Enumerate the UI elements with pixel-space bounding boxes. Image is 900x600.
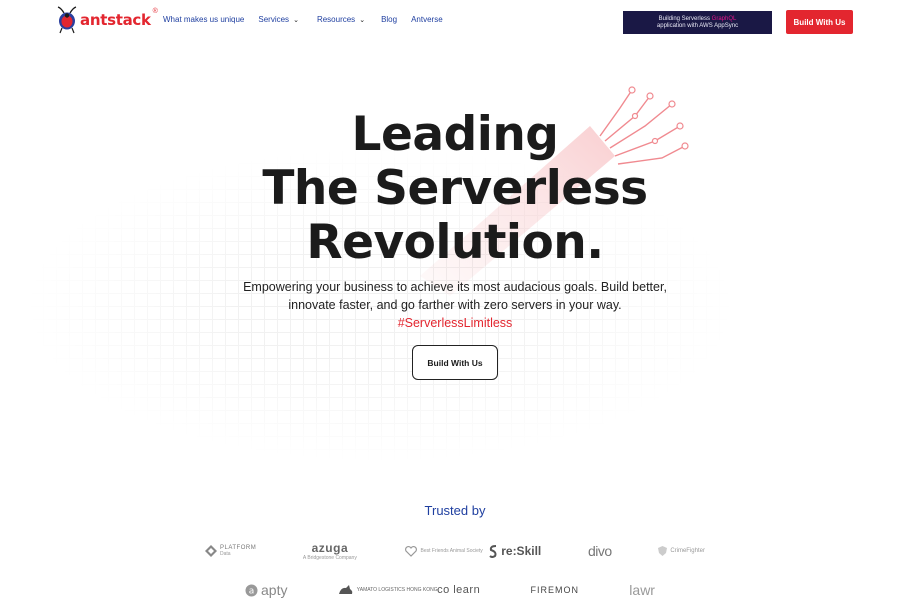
platform-logo-icon	[205, 545, 217, 557]
nav-item-what-makes-us-unique[interactable]: What makes us unique	[163, 15, 244, 24]
client-logo-colearn: co learn	[437, 584, 480, 596]
client-sub: A Bridgestone Company	[302, 555, 357, 561]
promo-line1-prefix: Building Serverless	[658, 15, 712, 22]
nav-item-antverse[interactable]: Antverse	[411, 15, 443, 24]
brand-registered-mark: ®	[152, 8, 158, 15]
cat-logo-icon	[338, 585, 353, 594]
promo-line2: application with AWS AppSync	[656, 22, 739, 29]
promo-highlight: GraphQL	[711, 15, 737, 22]
nav-item-label: Resources	[316, 15, 356, 24]
ant-logo-icon	[57, 6, 77, 34]
nav-item-label: Services	[258, 15, 290, 24]
client-logo-lawr: lawr	[629, 582, 655, 598]
svg-text:a: a	[249, 586, 255, 596]
client-name: divo	[587, 543, 612, 559]
nav-item-label: Antverse	[411, 15, 443, 24]
nav-item-label: What makes us unique	[163, 15, 245, 24]
hashtag-link[interactable]: #ServerlessLimitless	[398, 316, 513, 330]
client-name: lawr	[629, 582, 655, 598]
client-logos-row: a apty YAMATO LOGISTICS HONG KONG co lea…	[245, 582, 655, 598]
client-name: re:Skill	[501, 544, 542, 558]
client-name: FIREMON	[530, 585, 579, 595]
client-name: azuga	[311, 541, 349, 555]
nav-item-blog[interactable]: Blog	[381, 15, 397, 24]
client-name: apty	[261, 582, 288, 598]
client-logo-yamato: YAMATO LOGISTICS HONG KONG	[338, 584, 438, 596]
hero-title: Leading The Serverless Revolution.	[150, 108, 760, 270]
brand-name: antstack	[80, 11, 151, 29]
client-logo-divo: divo	[588, 543, 612, 559]
trusted-by-heading: Trusted by	[424, 503, 486, 518]
nav-item-label: Blog	[381, 15, 398, 24]
client-name: co learn	[437, 584, 481, 596]
nav-item-resources[interactable]: Resources ⌄	[317, 15, 365, 24]
main-nav: What makes us unique Services ⌄ Resource…	[163, 15, 443, 24]
nav-item-services[interactable]: Services ⌄	[258, 15, 299, 24]
reskill-logo-icon	[489, 544, 497, 558]
client-logo-crimefighter: CrimeFighter	[658, 546, 705, 556]
build-with-us-button[interactable]: Build With Us	[786, 10, 853, 34]
paw-heart-icon	[404, 546, 417, 557]
client-sub: Data	[220, 551, 231, 557]
client-logo-reskill: re:Skill	[489, 544, 541, 558]
client-logo-best-friends: Best Friends Animal Society	[404, 545, 483, 557]
hero-subtitle-text: Empowering your business to achieve its …	[243, 280, 667, 312]
client-logo-apty: a apty	[245, 582, 287, 598]
shield-icon	[658, 546, 668, 556]
client-name: CrimeFighter	[670, 548, 705, 554]
client-name: Best Friends Animal Society	[420, 548, 483, 554]
client-name: YAMATO LOGISTICS HONG KONG	[356, 587, 438, 593]
hero-title-line: Leading	[351, 107, 559, 162]
client-logo-platform: PLATFORM Data	[205, 545, 256, 557]
hero-subtitle: Empowering your business to achieve its …	[240, 278, 670, 332]
antstack-logo[interactable]: antstack ®	[56, 6, 158, 34]
site-header: antstack ® What makes us unique Services…	[0, 0, 900, 44]
apty-logo-icon: a	[245, 584, 258, 596]
chevron-down-icon: ⌄	[293, 16, 299, 24]
client-logos-row: PLATFORM Data azuga A Bridgestone Compan…	[205, 541, 705, 561]
hero-title-line: Revolution.	[306, 215, 604, 270]
client-logo-azuga: azuga A Bridgestone Company	[303, 541, 357, 561]
hero-title-line: The Serverless	[262, 161, 648, 216]
client-logo-firemon: FIREMON	[531, 585, 580, 595]
hero-build-with-us-button[interactable]: Build With Us	[412, 345, 498, 380]
chevron-down-icon: ⌄	[359, 16, 366, 24]
promo-banner[interactable]: Building Serverless GraphQL application …	[623, 11, 772, 34]
